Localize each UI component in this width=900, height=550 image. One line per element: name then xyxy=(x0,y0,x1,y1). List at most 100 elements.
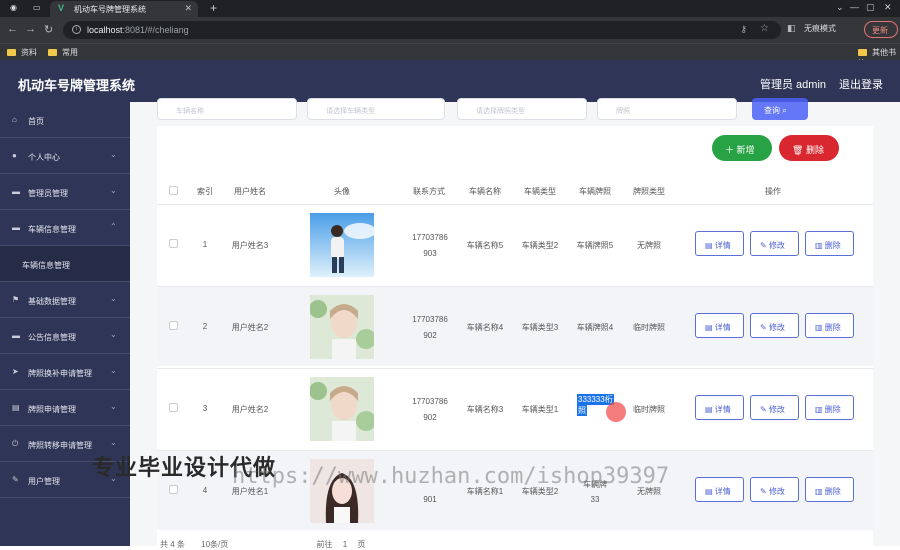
avatar xyxy=(310,213,374,277)
page-size-select[interactable]: 10条/页 xyxy=(201,540,228,549)
row-checkbox[interactable] xyxy=(169,485,178,494)
sidebar-item-vehicle[interactable]: ▬ 车辆信息管理 ⌃ xyxy=(0,210,130,246)
chat-icon: ▬ xyxy=(12,223,20,232)
detail-button[interactable]: ▤ 详情 xyxy=(695,313,744,338)
app-header: 机动车号牌管理系统 管理员 admin 退出登录 xyxy=(0,60,900,102)
chevron-down-icon: ⌄ xyxy=(110,294,117,303)
close-tab-icon[interactable]: ✕ xyxy=(184,3,192,14)
cell-car-type: 车辆类型1 xyxy=(521,405,559,414)
sidebar-item-notice[interactable]: ▬ 公告信息管理 ⌄ xyxy=(0,318,130,354)
incognito-label[interactable]: 无痕模式 xyxy=(804,23,836,34)
cell-phone: 901 xyxy=(423,495,437,504)
row-checkbox[interactable] xyxy=(169,239,178,248)
info-icon[interactable]: i xyxy=(72,25,81,34)
star-icon[interactable]: ☆ xyxy=(760,23,769,34)
table-row: 3 用户姓名2 17703786 902 车辆名称3 车辆类型1 临时牌照 ▤ … xyxy=(157,368,873,448)
page-input[interactable]: 1 xyxy=(343,540,347,549)
query-button[interactable]: 查询 ⌕ xyxy=(752,98,808,120)
sidebar-item-admin[interactable]: ▬ 管理员管理 ⌄ xyxy=(0,174,130,210)
car-name-input[interactable]: 车辆名称 xyxy=(157,98,297,120)
detail-button[interactable]: ▤ 详情 xyxy=(695,477,744,502)
edit-label: 修改 xyxy=(768,487,785,496)
sidebar-item-label: 用户管理 xyxy=(28,477,60,486)
edit-label: 修改 xyxy=(768,323,785,332)
sidebar-item-apply[interactable]: ▤ 牌照申请管理 ⌄ xyxy=(0,390,130,426)
edit-button[interactable]: ✎ 修改 xyxy=(750,395,799,420)
cell-phone: 17703786 xyxy=(412,233,448,242)
update-button[interactable]: 更新 xyxy=(864,21,898,38)
detail-button[interactable]: ▤ 详情 xyxy=(695,231,744,256)
watermark-url: https://www.huzhan.com/ishop39397 xyxy=(232,464,670,489)
delete-button[interactable]: ▥ 删除 xyxy=(805,313,854,338)
sidebar-item-profile[interactable]: ● 个人中心 ⌄ xyxy=(0,138,130,174)
chevron-down-icon: ⌄ xyxy=(110,330,117,339)
select-all-checkbox[interactable] xyxy=(169,186,178,195)
forward-icon[interactable]: → xyxy=(25,23,36,35)
reload-icon[interactable]: ↻ xyxy=(44,23,53,36)
doc-icon: ▤ xyxy=(12,403,20,412)
edit-icon: ✎ xyxy=(760,323,767,332)
cell-phone: 902 xyxy=(423,413,437,422)
maximize-icon[interactable]: ▢ xyxy=(866,2,875,13)
col-header-avatar: 头像 xyxy=(334,187,350,196)
bookmark-item[interactable]: 常用 xyxy=(48,47,78,58)
detail-button[interactable]: ▤ 详情 xyxy=(695,395,744,420)
edit-icon: ✎ xyxy=(760,487,767,496)
col-header-username: 用户姓名 xyxy=(234,187,266,196)
edit-icon: ✎ xyxy=(760,405,767,414)
bookmark-item[interactable]: 资料 xyxy=(7,47,37,58)
chevron-down-icon[interactable]: ⌄ xyxy=(836,2,844,13)
delete-button[interactable]: ▥ 删除 xyxy=(805,395,854,420)
edit-button[interactable]: ✎ 修改 xyxy=(750,477,799,502)
flag-icon: ⚑ xyxy=(12,295,20,304)
cell-plate-type: 临时牌照 xyxy=(633,323,665,332)
folder-icon xyxy=(858,49,867,56)
logout-link[interactable]: 退出登录 xyxy=(839,76,883,92)
batch-delete-button[interactable]: 🗑 删除 xyxy=(779,135,839,161)
sidebar-icon[interactable]: ◧ xyxy=(787,23,796,34)
cell-phone: 17703786 xyxy=(412,315,448,324)
browser-tab[interactable]: V 机动车号牌管理系统 ✕ xyxy=(50,1,198,17)
cell-index: 2 xyxy=(202,322,208,331)
back-icon[interactable]: ← xyxy=(7,23,18,35)
plate-input[interactable]: 牌照 xyxy=(597,98,737,120)
cell-plate: 33 xyxy=(590,495,600,504)
avatar-photo xyxy=(310,213,374,277)
bookmark-label: 资料 xyxy=(21,48,37,57)
row-checkbox[interactable] xyxy=(169,403,178,412)
bookmark-label: 常用 xyxy=(62,48,78,57)
edit-button[interactable]: ✎ 修改 xyxy=(750,231,799,256)
address-bar-row: ← → ↻ i localhost:8081/#/cheliang ⚷ ☆ ◧ … xyxy=(0,17,900,43)
avatar xyxy=(310,295,374,359)
chevron-down-icon: ⌄ xyxy=(110,366,117,375)
delete-button[interactable]: ▥ 删除 xyxy=(805,477,854,502)
cell-plate-type: 无牌照 xyxy=(637,241,661,250)
window-icon[interactable]: ▭ xyxy=(33,3,44,14)
sidebar-item-home[interactable]: ⌂ 首页 xyxy=(0,102,130,138)
delete-label: 删除 xyxy=(824,241,841,250)
col-header-plate: 车辆牌照 xyxy=(579,187,611,196)
url-input[interactable]: i localhost:8081/#/cheliang ⚷ ☆ xyxy=(63,21,781,39)
edit-button[interactable]: ✎ 修改 xyxy=(750,313,799,338)
car-type-select[interactable]: 请选择车辆类型 xyxy=(307,98,445,120)
globe-icon[interactable]: ◉ xyxy=(10,3,21,14)
sidebar-subitem-vehicle[interactable]: 车辆信息管理 xyxy=(0,246,130,282)
plate-type-select[interactable]: 请选择牌照类型 xyxy=(457,98,587,120)
key-icon[interactable]: ⚷ xyxy=(740,24,747,35)
delete-button[interactable]: ▥ 删除 xyxy=(805,231,854,256)
sidebar-item-replace[interactable]: ➤ 牌照换补申请管理 ⌄ xyxy=(0,354,130,390)
sidebar-item-label: 管理员管理 xyxy=(28,189,68,198)
cell-car-type: 车辆类型3 xyxy=(521,323,559,332)
power-icon: ⏻ xyxy=(12,439,19,448)
add-button[interactable]: ＋ 新增 xyxy=(712,135,772,161)
new-tab-icon[interactable]: + xyxy=(210,1,217,15)
sidebar-item-basic-data[interactable]: ⚑ 基础数据管理 ⌄ xyxy=(0,282,130,318)
delete-label: 删除 xyxy=(824,405,841,414)
edit-icon: ✎ xyxy=(760,241,767,250)
detail-label: 详情 xyxy=(714,405,731,414)
row-checkbox[interactable] xyxy=(169,321,178,330)
close-window-icon[interactable]: ✕ xyxy=(884,2,892,13)
col-header-phone: 联系方式 xyxy=(413,187,445,196)
minimize-icon[interactable]: — xyxy=(850,2,859,12)
table-row: 1 用户姓名3 17703786 903 车辆名称5 车辆类型2 车辆牌照5 无… xyxy=(157,204,873,284)
